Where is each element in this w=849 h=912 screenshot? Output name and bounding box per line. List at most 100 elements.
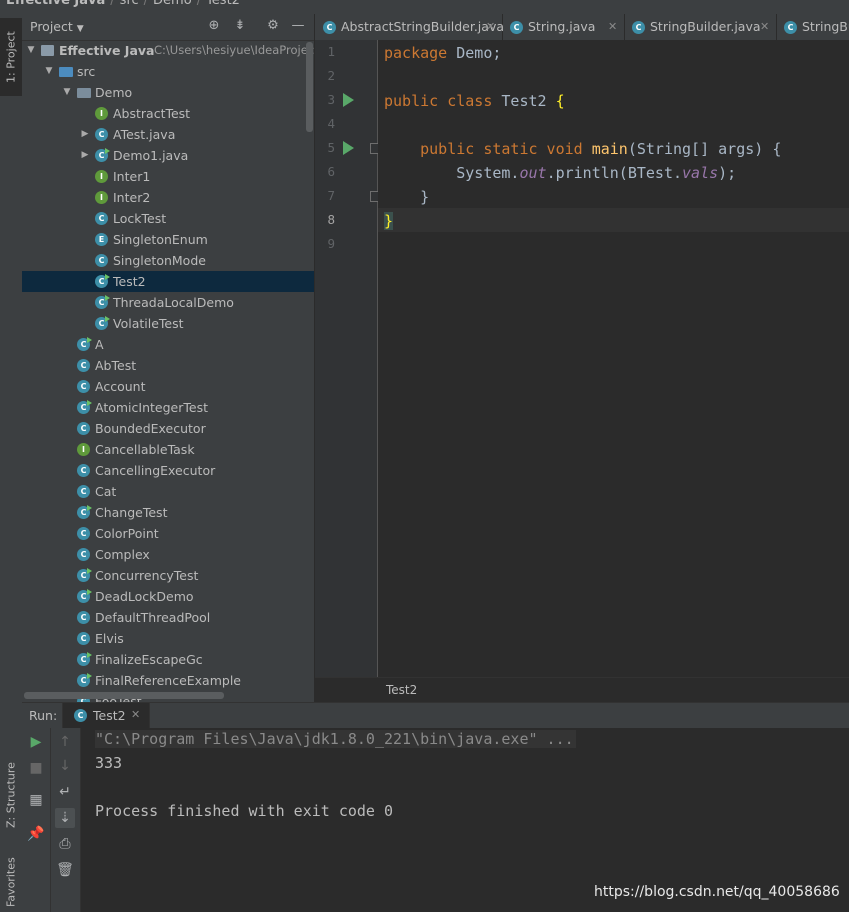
- tree-item[interactable]: C CancellingExecutor: [22, 460, 314, 481]
- editor-tab[interactable]: C StringBuilder.java ✕: [624, 14, 777, 40]
- tree-item[interactable]: I Inter1: [22, 166, 314, 187]
- tree-item[interactable]: C AtomicIntegerTest: [22, 397, 314, 418]
- class-icon: C: [323, 21, 336, 34]
- tree-item-label: FinalReferenceExample: [95, 673, 241, 688]
- chevron-down-icon[interactable]: ▼: [62, 82, 72, 103]
- close-icon[interactable]: ✕: [760, 14, 769, 40]
- tree-item[interactable]: C LockTest: [22, 208, 314, 229]
- close-icon[interactable]: ✕: [486, 14, 495, 40]
- breadcrumb-project[interactable]: Effective Java: [6, 0, 105, 8]
- tree-item[interactable]: C FinalReferenceExample: [22, 670, 314, 691]
- tree-item[interactable]: I Inter2: [22, 187, 314, 208]
- tree-item[interactable]: C Test2: [22, 271, 314, 292]
- tree-item[interactable]: C ChangeTest: [22, 502, 314, 523]
- tree-item[interactable]: ▼ src: [22, 61, 314, 82]
- close-icon[interactable]: ✕: [131, 708, 140, 721]
- chevron-right-icon[interactable]: ▶: [80, 124, 90, 145]
- trash-icon[interactable]: 🗑: [55, 860, 75, 880]
- collapse-all-icon[interactable]: ⇟: [232, 18, 248, 34]
- run-tab-test2[interactable]: C Test2 ✕: [62, 703, 150, 728]
- class-icon: C: [632, 21, 645, 34]
- run-class-icon[interactable]: [343, 93, 354, 107]
- editor-tab-label: StringBuilder.java: [802, 19, 849, 34]
- tree-item[interactable]: C DefaultThreadPool: [22, 607, 314, 628]
- breadcrumb-demo[interactable]: Demo: [153, 0, 192, 8]
- editor-tab[interactable]: C String.java ✕: [502, 14, 625, 40]
- tree-item-label: VolatileTest: [113, 316, 184, 331]
- scroll-to-end-icon[interactable]: ⇣: [55, 808, 75, 828]
- chevron-down-icon[interactable]: ▼: [26, 40, 36, 61]
- tree-item-label: Elvis: [95, 631, 124, 646]
- horizontal-scrollbar[interactable]: [24, 692, 224, 699]
- chevron-down-icon[interactable]: ▼: [44, 61, 54, 82]
- current-line-highlight: [378, 208, 849, 232]
- layout-icon[interactable]: ▦: [26, 790, 46, 810]
- code-line-5: public static void main(String[] args) {: [384, 140, 782, 158]
- soft-wrap-icon[interactable]: ↵: [55, 782, 75, 802]
- stop-icon[interactable]: ■: [26, 758, 46, 778]
- code-editor[interactable]: package Demo; public class Test2 { publi…: [378, 40, 849, 677]
- class-icon: C: [77, 527, 90, 540]
- runnable-class-icon: C: [95, 295, 110, 309]
- close-icon[interactable]: ✕: [608, 14, 617, 40]
- tree-item-label: ConcurrencyTest: [95, 568, 199, 583]
- tree-item[interactable]: C ColorPoint: [22, 523, 314, 544]
- run-main-icon[interactable]: [343, 141, 354, 155]
- arrow-up-icon[interactable]: ↑: [55, 732, 75, 752]
- tree-item[interactable]: C Complex: [22, 544, 314, 565]
- class-icon: C: [784, 21, 797, 34]
- tree-item[interactable]: C ConcurrencyTest: [22, 565, 314, 586]
- interface-icon: I: [95, 191, 108, 204]
- tree-item[interactable]: C BoundedExecutor: [22, 418, 314, 439]
- pin-icon[interactable]: 📌: [26, 824, 46, 844]
- side-tab-favorites[interactable]: Favorites: [0, 852, 22, 912]
- line-number: 8: [327, 212, 335, 227]
- project-panel-title[interactable]: Project ▼: [30, 19, 84, 34]
- side-tab-project[interactable]: 1: Project: [0, 18, 22, 96]
- side-tab-structure[interactable]: Z: Structure: [0, 754, 22, 836]
- tree-item[interactable]: I AbstractTest: [22, 103, 314, 124]
- code-line-8: }: [384, 212, 394, 230]
- tree-item[interactable]: C VolatileTest: [22, 313, 314, 334]
- editor-tab[interactable]: C AbstractStringBuilder.java ✕: [315, 14, 504, 40]
- tree-item[interactable]: C DeadLockDemo: [22, 586, 314, 607]
- chevron-right-icon[interactable]: ▶: [80, 145, 90, 166]
- abstract-class-icon: C: [77, 359, 90, 372]
- editor-gutter: 1 2 3 4 5 6 7 8 9: [315, 40, 381, 677]
- console-output-line: 333: [95, 754, 123, 772]
- tree-item[interactable]: E SingletonEnum: [22, 229, 314, 250]
- rerun-icon[interactable]: ▶: [26, 732, 46, 752]
- tree-item[interactable]: ▼ Effective Java C:\Users\hesiyue\IdeaProj…: [22, 40, 314, 61]
- breadcrumb-test2[interactable]: Test2: [206, 0, 240, 8]
- runnable-class-icon: C: [95, 274, 110, 288]
- tree-item[interactable]: C SingletonMode: [22, 250, 314, 271]
- line-number: 6: [327, 164, 335, 179]
- tree-item[interactable]: I CancellableTask: [22, 439, 314, 460]
- locate-icon[interactable]: ⊕: [206, 18, 222, 34]
- arrow-down-icon[interactable]: ↓: [55, 756, 75, 776]
- interface-icon: I: [95, 107, 108, 120]
- tree-item[interactable]: C Cat: [22, 481, 314, 502]
- tree-item[interactable]: CA: [22, 334, 314, 355]
- source-folder-icon: [59, 67, 73, 77]
- tree-item[interactable]: ▶ C ATest.java: [22, 124, 314, 145]
- class-icon: C: [77, 422, 90, 435]
- tree-item[interactable]: C AbTest: [22, 355, 314, 376]
- hide-panel-icon[interactable]: —: [290, 18, 306, 34]
- tree-item-label: Demo1.java: [113, 148, 189, 163]
- tree-item[interactable]: C Account: [22, 376, 314, 397]
- tree-item[interactable]: ▶ C Demo1.java: [22, 145, 314, 166]
- editor-breadcrumb[interactable]: Test2: [386, 683, 417, 697]
- tree-item[interactable]: C ThreadaLocalDemo: [22, 292, 314, 313]
- class-icon: C: [77, 548, 90, 561]
- breadcrumb-src[interactable]: src: [120, 0, 139, 8]
- tree-item[interactable]: C FinalizeEscapeGc: [22, 649, 314, 670]
- tree-item[interactable]: C Elvis: [22, 628, 314, 649]
- code-line-1: package Demo;: [384, 44, 502, 62]
- line-number: 7: [327, 188, 335, 203]
- editor-tab[interactable]: C StringBuilder.java: [776, 14, 849, 40]
- vertical-scrollbar[interactable]: [306, 42, 313, 132]
- print-icon[interactable]: ⎙: [55, 834, 75, 854]
- tree-item[interactable]: ▼ Demo: [22, 82, 314, 103]
- gear-icon[interactable]: ⚙: [265, 18, 281, 34]
